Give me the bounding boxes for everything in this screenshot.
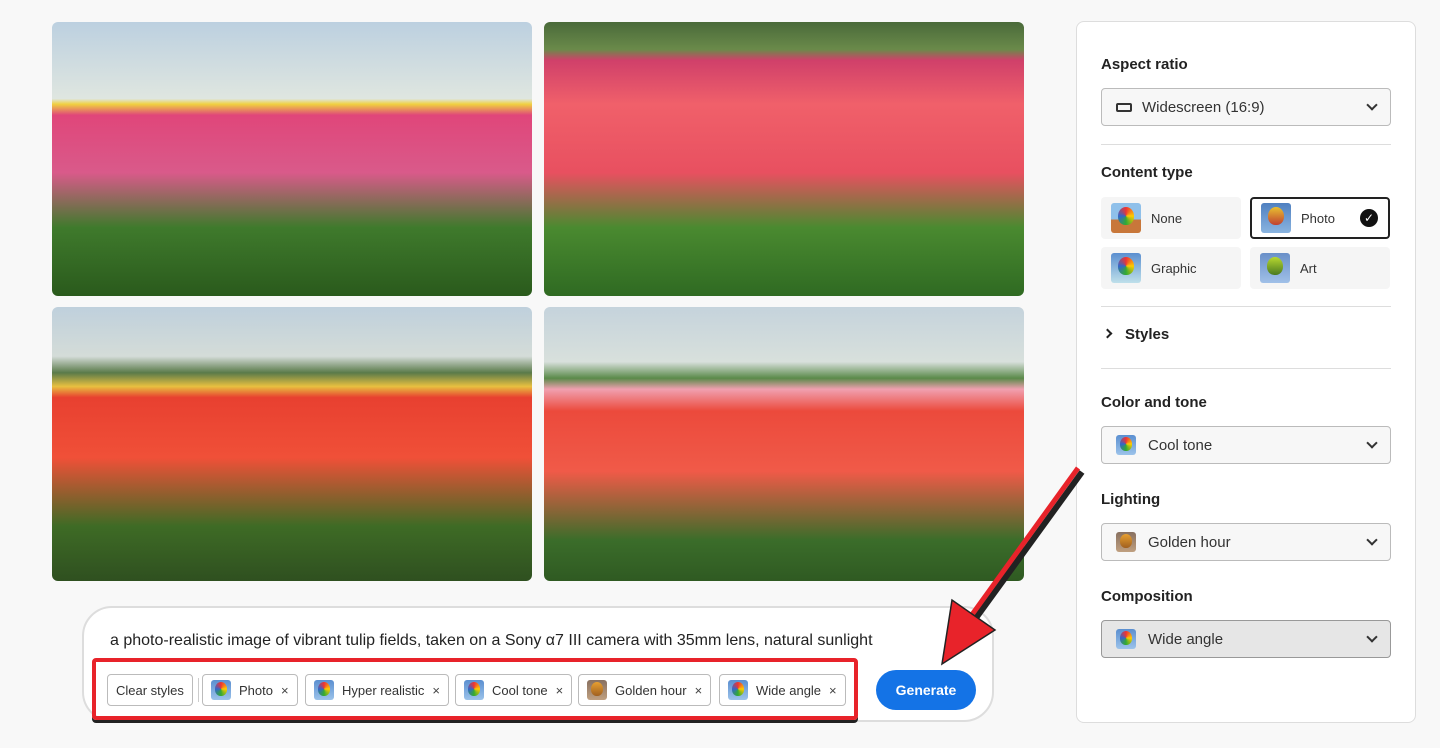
annotation-arrow bbox=[941, 466, 1085, 666]
arrow-icon bbox=[941, 466, 1085, 666]
